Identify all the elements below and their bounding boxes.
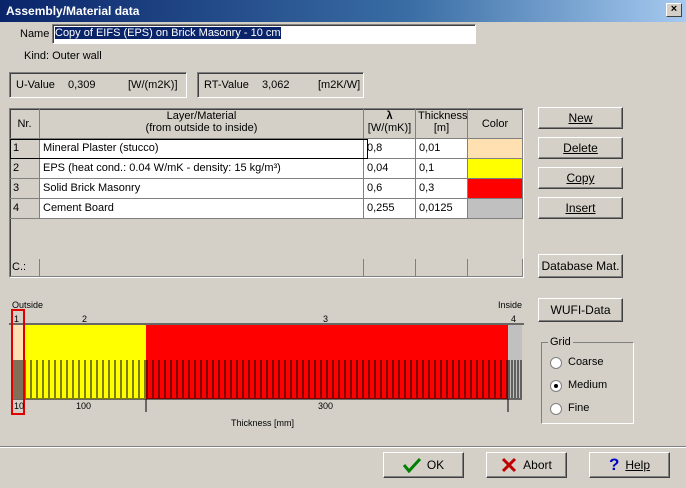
rt-value-box: RT-Value 3,062 [m2K/W] — [197, 72, 364, 98]
scale-label-300: 300 — [318, 401, 333, 411]
ok-button-label: OK — [426, 458, 445, 472]
row-lambda[interactable]: 0,04 — [364, 159, 416, 179]
grid-coarse-label: Coarse — [568, 356, 604, 368]
header-lambda-symbol: λ — [386, 110, 393, 122]
copy-button[interactable]: Copy — [538, 167, 623, 189]
assembly-svg: Outside Inside 1 2 3 4 10 100 300 Thickn… — [9, 300, 524, 428]
row-thickness[interactable]: 0,0125 — [416, 199, 468, 219]
row-thickness[interactable]: 0,01 — [416, 139, 468, 159]
header-color: Color — [468, 109, 523, 139]
rt-value-unit: [m2K/W] — [318, 79, 361, 91]
header-lambda: λ [W/(mK)] — [364, 109, 416, 139]
row-nr[interactable]: 1 — [10, 139, 40, 159]
wufi-data-button[interactable]: WUFI-Data — [538, 298, 623, 322]
new-button-label: New — [568, 111, 593, 125]
window-title: Assembly/Material data — [6, 4, 140, 18]
scale-label-100: 100 — [76, 401, 91, 411]
grid-fine-label: Fine — [568, 402, 590, 414]
abort-button-label: Abort — [523, 458, 552, 472]
row-color-swatch[interactable] — [468, 139, 523, 159]
header-layer-sub: (from outside to inside) — [145, 122, 258, 134]
u-value-label: U-Value — [16, 79, 55, 91]
header-layer-title: Layer/Material — [166, 110, 237, 122]
row-lambda[interactable]: 0,6 — [364, 179, 416, 199]
kind-label: Kind: Outer wall — [24, 50, 102, 62]
name-input[interactable]: Copy of EIFS (EPS) on Brick Masonry - 10… — [52, 24, 476, 44]
layer-number-4: 4 — [511, 314, 516, 324]
help-button[interactable]: ? Help — [589, 452, 670, 478]
database-button-label: Database Mat. — [541, 259, 620, 273]
layer-number-1: 1 — [14, 314, 19, 324]
header-layer: Layer/Material (from outside to inside) — [40, 109, 364, 139]
row-thickness[interactable]: 0,3 — [416, 179, 468, 199]
database-button[interactable]: Database Mat. — [538, 254, 623, 278]
layer-table[interactable]: Nr. Layer/Material (from outside to insi… — [9, 108, 524, 278]
rt-value-label: RT-Value — [204, 79, 249, 91]
footer-cell — [468, 259, 523, 277]
u-value-value: 0,309 — [68, 79, 96, 91]
u-value-box: U-Value 0,309 [W/(m2K)] — [9, 72, 187, 98]
axis-label: Thickness [mm] — [231, 418, 294, 428]
row-lambda[interactable]: 0,8 — [364, 139, 416, 159]
delete-button[interactable]: Delete — [538, 137, 623, 159]
row-nr[interactable]: 4 — [10, 199, 40, 219]
header-lambda-unit: [W/(mK)] — [367, 122, 412, 134]
footer-cell — [40, 259, 364, 277]
header-nr: Nr. — [10, 109, 40, 139]
footer-label: C.: — [10, 259, 40, 277]
outside-label: Outside — [12, 300, 43, 310]
name-value: Copy of EIFS (EPS) on Brick Masonry - 10… — [55, 27, 281, 39]
title-bar: Assembly/Material data × — [0, 0, 686, 22]
row-thickness[interactable]: 0,1 — [416, 159, 468, 179]
name-label: Name — [20, 28, 50, 40]
row-lambda[interactable]: 0,255 — [364, 199, 416, 219]
x-icon — [502, 457, 517, 473]
footer-cell — [364, 259, 416, 277]
u-value-unit: [W/(m2K)] — [128, 79, 178, 91]
close-button[interactable]: × — [666, 3, 682, 17]
layer-number-2: 2 — [82, 314, 87, 324]
question-icon: ? — [608, 455, 620, 474]
grid-fine-radio[interactable] — [550, 403, 562, 415]
inside-label: Inside — [498, 300, 522, 310]
grid-group: Grid Coarse Medium Fine — [541, 336, 634, 424]
row-color-swatch[interactable] — [468, 179, 523, 199]
row-nr[interactable]: 2 — [10, 159, 40, 179]
row-material[interactable]: Mineral Plaster (stucco) — [40, 139, 364, 159]
insert-button-label: Insert — [565, 201, 596, 215]
footer-separator — [0, 446, 686, 448]
layer-number-3: 3 — [323, 314, 328, 324]
header-thickness: Thickness [m] — [416, 109, 468, 139]
assembly-diagram: Outside Inside 1 2 3 4 10 100 300 Thickn… — [9, 298, 524, 442]
ok-button[interactable]: OK — [383, 452, 464, 478]
grid-title: Grid — [548, 336, 573, 348]
row-material[interactable]: EPS (heat cond.: 0.04 W/mK - density: 15… — [40, 159, 364, 179]
row-material[interactable]: Solid Brick Masonry — [40, 179, 364, 199]
check-icon — [402, 457, 421, 473]
row-nr[interactable]: 3 — [10, 179, 40, 199]
wufi-data-button-label: WUFI-Data — [550, 303, 611, 317]
row-material[interactable]: Cement Board — [40, 199, 364, 219]
header-thickness-unit: [m] — [433, 122, 450, 134]
footer-cell — [416, 259, 468, 277]
new-button[interactable]: New — [538, 107, 623, 129]
abort-button[interactable]: Abort — [486, 452, 567, 478]
copy-button-label: Copy — [566, 171, 595, 185]
help-button-label: Help — [625, 458, 651, 472]
delete-button-label: Delete — [563, 141, 598, 155]
row-color-swatch[interactable] — [468, 199, 523, 219]
grid-medium-radio[interactable] — [550, 380, 562, 392]
grid-medium-label: Medium — [568, 379, 608, 391]
insert-button[interactable]: Insert — [538, 197, 623, 219]
rt-value-value: 3,062 — [262, 79, 290, 91]
row-color-swatch[interactable] — [468, 159, 523, 179]
scale-label-10: 10 — [14, 401, 24, 411]
grid-coarse-radio[interactable] — [550, 357, 562, 369]
header-thickness-title: Thickness — [418, 110, 468, 122]
